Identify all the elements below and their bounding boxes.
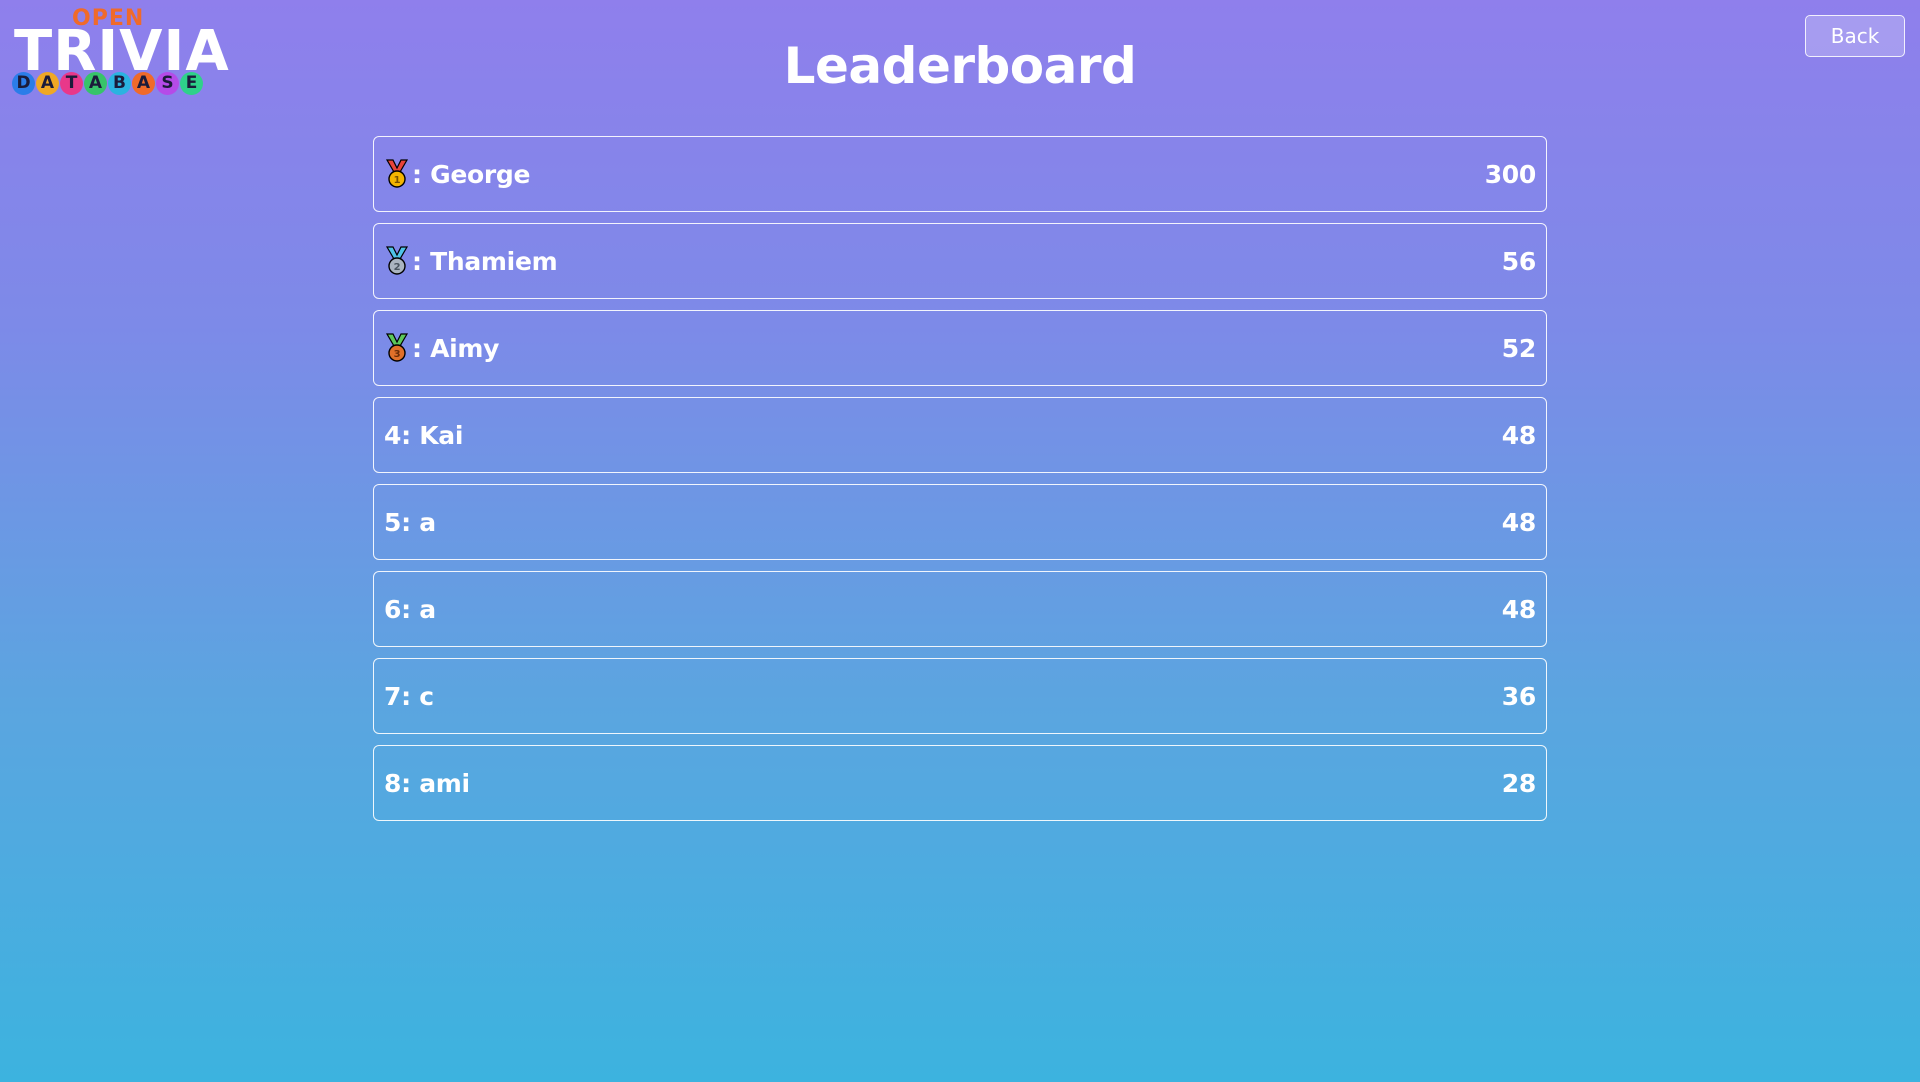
player-score: 300: [1484, 159, 1537, 189]
player-score: 48: [1501, 420, 1537, 450]
player-score: 52: [1501, 333, 1537, 363]
leaderboard-row: 6: a 48: [373, 571, 1547, 647]
player-name: 4: Kai: [384, 420, 464, 450]
page-title: Leaderboard: [783, 37, 1137, 95]
leaderboard-row: 5: a 48: [373, 484, 1547, 560]
leaderboard-row: 1 : George 300: [373, 136, 1547, 212]
player-score: 56: [1501, 246, 1537, 276]
player-score: 28: [1501, 768, 1537, 798]
leaderboard-row: 2 : Thamiem 56: [373, 223, 1547, 299]
leaderboard-list: 1 : George 300 2 : Thamiem 56 3 : Aimy 5…: [373, 136, 1547, 821]
player-name: : George: [412, 159, 531, 189]
bronze-medal-icon: 3: [385, 333, 409, 362]
leaderboard-row: 4: Kai 48: [373, 397, 1547, 473]
player-score: 48: [1501, 507, 1537, 537]
leaderboard-row: 8: ami 28: [373, 745, 1547, 821]
silver-medal-icon: 2: [385, 246, 409, 275]
player-name: 7: c: [384, 681, 434, 711]
player-name: 8: ami: [384, 768, 470, 798]
leaderboard-row: 7: c 36: [373, 658, 1547, 734]
back-button[interactable]: Back: [1805, 15, 1905, 57]
svg-text:2: 2: [394, 262, 401, 273]
leaderboard-row: 3 : Aimy 52: [373, 310, 1547, 386]
player-name: 5: a: [384, 507, 436, 537]
player-score: 48: [1501, 594, 1537, 624]
player-score: 36: [1501, 681, 1537, 711]
player-name: : Aimy: [412, 333, 500, 363]
svg-text:3: 3: [394, 349, 401, 360]
svg-text:1: 1: [394, 175, 401, 186]
gold-medal-icon: 1: [385, 159, 409, 188]
player-name: : Thamiem: [412, 246, 558, 276]
player-name: 6: a: [384, 594, 436, 624]
